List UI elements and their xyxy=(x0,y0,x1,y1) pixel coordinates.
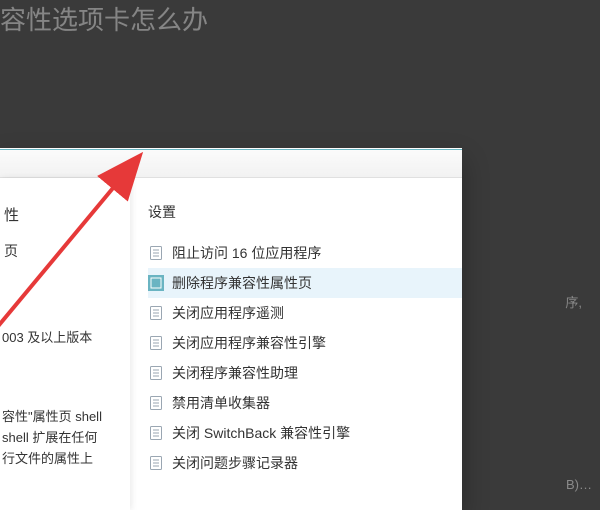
left-desc: 003 及以上版本 xyxy=(0,273,130,351)
dialog-window: 性 页 003 及以上版本 容性"属性页 shell shell 扩展在任何 行… xyxy=(0,150,462,510)
document-icon xyxy=(148,455,164,471)
settings-list: 阻止访问 16 位应用程序删除程序兼容性属性页关闭应用程序遥测关闭应用程序兼容性… xyxy=(148,238,462,478)
side-text-fragment: 序, xyxy=(565,292,582,311)
side-text-fragment-2: B)… xyxy=(566,477,592,492)
document-icon xyxy=(148,395,164,411)
document-icon xyxy=(148,335,164,351)
left-desc2: 容性"属性页 shell shell 扩展在任何 行文件的属性上 xyxy=(0,351,130,473)
left-title: 性 xyxy=(0,204,130,237)
setting-item[interactable]: 关闭 SwitchBack 兼容性引擎 xyxy=(148,418,462,448)
document-icon-selected xyxy=(148,275,164,291)
dialog-body: 性 页 003 及以上版本 容性"属性页 shell shell 扩展在任何 行… xyxy=(0,178,462,510)
left-sub[interactable]: 页 xyxy=(0,237,130,273)
setting-item[interactable]: 关闭程序兼容性助理 xyxy=(148,358,462,388)
setting-item[interactable]: 禁用清单收集器 xyxy=(148,388,462,418)
setting-item-label: 关闭程序兼容性助理 xyxy=(172,363,298,383)
setting-item-label: 关闭 SwitchBack 兼容性引擎 xyxy=(172,423,350,443)
setting-item[interactable]: 关闭问题步骤记录器 xyxy=(148,448,462,478)
setting-item[interactable]: 删除程序兼容性属性页 xyxy=(148,268,462,298)
document-icon xyxy=(148,425,164,441)
left-panel: 性 页 003 及以上版本 容性"属性页 shell shell 扩展在任何 行… xyxy=(0,178,130,510)
setting-item[interactable]: 关闭应用程序兼容性引擎 xyxy=(148,328,462,358)
background-title: 容性选项卡怎么办 xyxy=(0,0,208,37)
dialog-titlebar xyxy=(0,150,462,178)
document-icon xyxy=(148,245,164,261)
settings-heading: 设置 xyxy=(148,202,462,222)
setting-item-label: 关闭应用程序遥测 xyxy=(172,303,284,323)
setting-item[interactable]: 阻止访问 16 位应用程序 xyxy=(148,238,462,268)
right-panel: 设置 阻止访问 16 位应用程序删除程序兼容性属性页关闭应用程序遥测关闭应用程序… xyxy=(130,178,462,510)
setting-item-label: 关闭应用程序兼容性引擎 xyxy=(172,333,326,353)
setting-item-label: 阻止访问 16 位应用程序 xyxy=(172,243,321,263)
document-icon xyxy=(148,305,164,321)
setting-item-label: 关闭问题步骤记录器 xyxy=(172,453,298,473)
document-icon xyxy=(148,365,164,381)
setting-item-label: 禁用清单收集器 xyxy=(172,393,270,413)
setting-item[interactable]: 关闭应用程序遥测 xyxy=(148,298,462,328)
setting-item-label: 删除程序兼容性属性页 xyxy=(172,273,312,293)
